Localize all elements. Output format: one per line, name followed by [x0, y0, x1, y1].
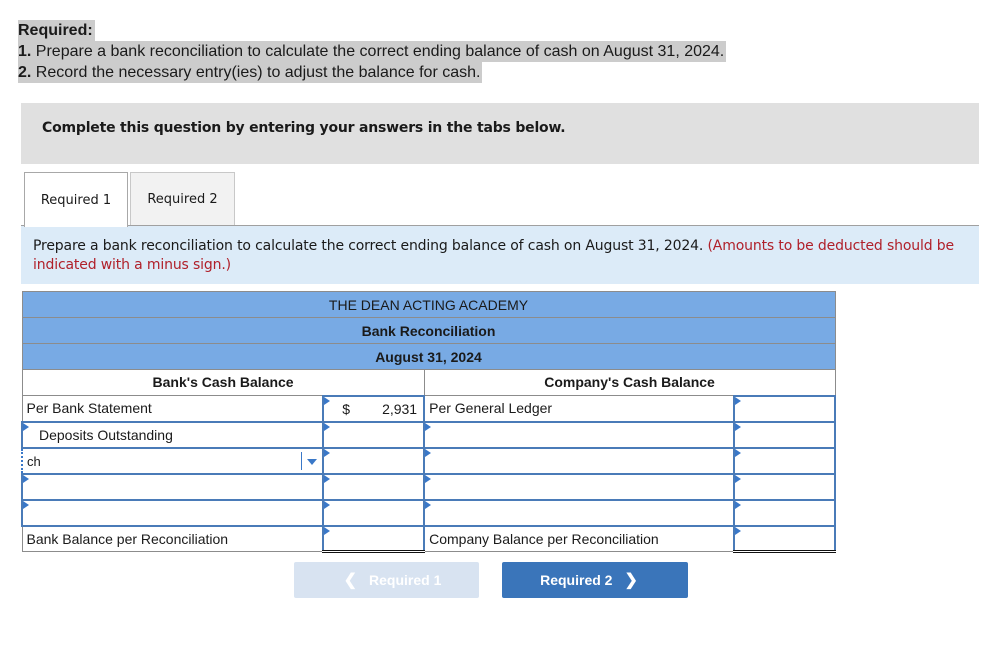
required-item-1-number: 1. [18, 43, 32, 60]
company-cash-balance-header: Company's Cash Balance [423, 369, 836, 396]
bank-row-dropdown[interactable]: ch [20, 446, 325, 475]
required-title: Required: [18, 20, 95, 41]
company-total-label: Company Balance per Reconciliation [423, 525, 735, 552]
company-amount-input[interactable] [733, 420, 836, 449]
bank-row-label-input[interactable]: Deposits Outstanding [20, 420, 325, 449]
company-row-label-input[interactable] [423, 472, 736, 501]
tab-required-2[interactable]: Required 2 [130, 172, 235, 226]
bank-row-label: Per Bank Statement [21, 395, 324, 422]
required-item-2-number: 2. [18, 64, 32, 81]
company-row-label-input[interactable] [423, 498, 736, 527]
company-amount-input[interactable] [733, 498, 836, 527]
company-row-label-input[interactable] [423, 446, 736, 475]
chevron-down-icon[interactable] [307, 458, 318, 465]
table-row [20, 472, 836, 501]
bank-amount-input[interactable] [322, 498, 426, 527]
company-amount-input[interactable] [733, 394, 836, 423]
dropdown-separator [301, 451, 303, 470]
table-row: Per Bank Statement $2,931 Per General Le… [21, 394, 836, 423]
bank-amount-input[interactable] [322, 472, 426, 501]
company-amount-input[interactable] [733, 472, 836, 501]
bank-amount-value: 2,931 [382, 400, 418, 417]
required-item-1-text: Prepare a bank reconciliation to calcula… [31, 43, 725, 60]
company-name: THE DEAN ACTING ACADEMY [21, 291, 836, 318]
bank-total-input[interactable] [322, 524, 426, 553]
next-required-button[interactable]: Required 2 ❯ [502, 562, 688, 598]
bank-reconciliation-table: THE DEAN ACTING ACADEMY Bank Reconciliat… [20, 291, 836, 553]
required-item-1: 1. Prepare a bank reconciliation to calc… [18, 41, 727, 62]
table-row: Deposits Outstanding [20, 420, 836, 449]
tab-bar: Required 1 Required 2 [24, 172, 235, 227]
required-item-2-text: Record the necessary entry(ies) to adjus… [31, 64, 481, 81]
company-amount-input[interactable] [733, 446, 836, 475]
totals-row: Bank Balance per Reconciliation Company … [21, 524, 836, 553]
next-button-label: Required 2 [540, 572, 613, 588]
chevron-left-icon: ❮ [343, 572, 358, 589]
instructions-banner: Complete this question by entering your … [21, 103, 979, 164]
chevron-right-icon: ❯ [624, 572, 638, 589]
bank-row-label-input[interactable] [20, 498, 325, 527]
question-prompt: Prepare a bank reconciliation to calcula… [21, 226, 979, 284]
statement-date: August 31, 2024 [21, 343, 836, 370]
bank-amount-input[interactable]: $2,931 [322, 394, 426, 423]
prompt-text: Prepare a bank reconciliation to calcula… [33, 238, 708, 254]
company-row-label-input[interactable] [423, 420, 736, 449]
company-row-label: Per General Ledger [423, 395, 735, 422]
prev-button-label: Required 1 [369, 572, 442, 588]
required-item-2: 2. Record the necessary entry(ies) to ad… [18, 62, 483, 83]
required-instructions: Required: 1. Prepare a bank reconciliati… [18, 20, 727, 83]
bank-amount-input[interactable] [322, 420, 426, 449]
table-row: ch [20, 446, 836, 475]
company-total-input[interactable] [733, 524, 836, 553]
table-row [20, 498, 836, 527]
bank-total-label: Bank Balance per Reconciliation [21, 525, 324, 552]
bank-row-label-input[interactable] [20, 472, 325, 501]
prev-required-button: ❮ Required 1 [294, 562, 479, 598]
bank-amount-input[interactable] [322, 446, 426, 475]
statement-title: Bank Reconciliation [21, 317, 836, 344]
tab-required-1[interactable]: Required 1 [24, 172, 128, 227]
dropdown-value: ch [27, 453, 41, 469]
bank-cash-balance-header: Bank's Cash Balance [21, 369, 425, 396]
instructions-text: Complete this question by entering your … [42, 120, 566, 136]
currency-symbol: $ [342, 400, 351, 417]
